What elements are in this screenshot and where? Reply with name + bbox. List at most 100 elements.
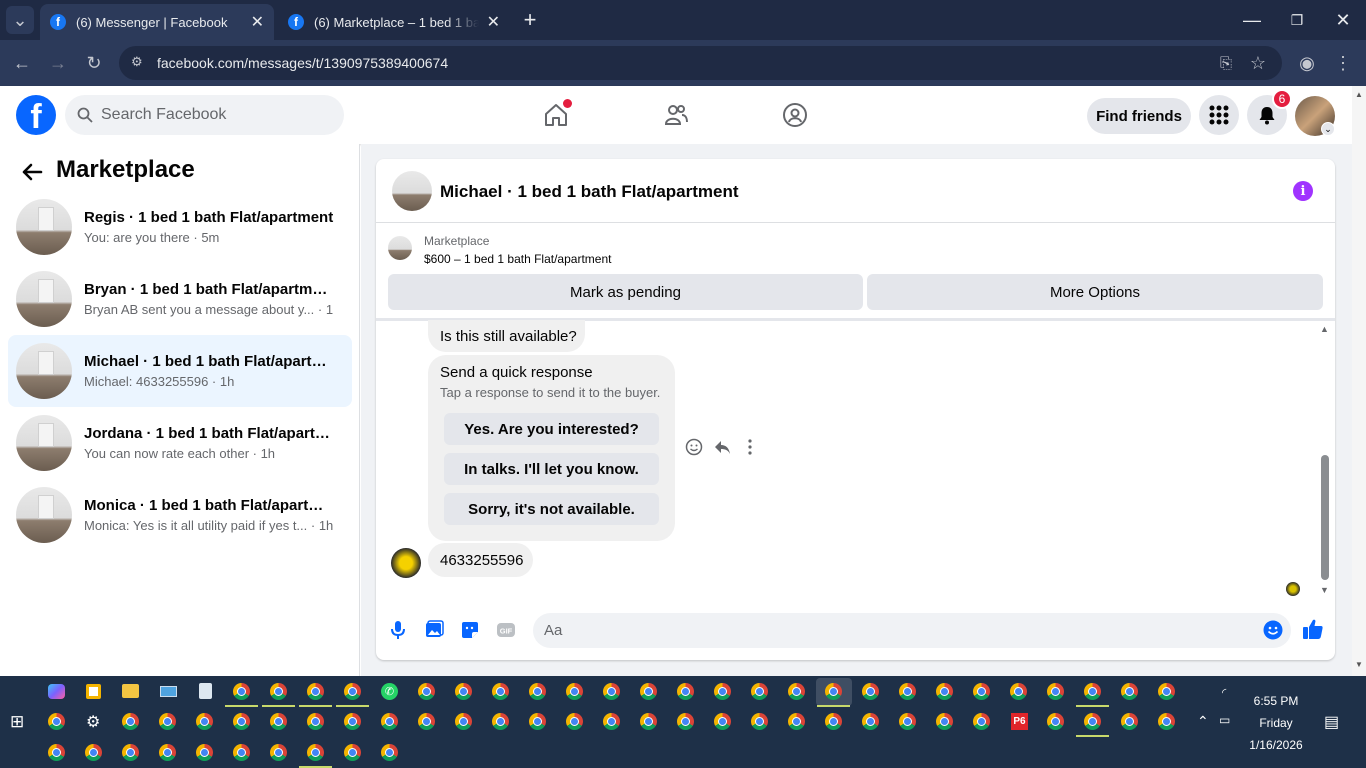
conversation-item-monica[interactable]: Monica · 1 bed 1 bath Flat/apartme... Mon… xyxy=(8,479,352,551)
chrome-taskbar-icon[interactable] xyxy=(603,683,620,700)
chrome-taskbar-icon[interactable] xyxy=(603,713,620,730)
restore-icon[interactable]: ❐ xyxy=(1283,6,1311,34)
tab-marketplace[interactable]: f (6) Marketplace – 1 bed 1 bath Flat/ap… xyxy=(278,4,510,40)
browser-menu-icon[interactable]: ⋮ xyxy=(1329,49,1357,77)
conversation-item-jordana[interactable]: Jordana · 1 bed 1 bath Flat/apartm... You… xyxy=(8,407,352,479)
chrome-taskbar-icon[interactable] xyxy=(344,713,361,730)
wifi-icon[interactable]: ◜ xyxy=(1222,686,1226,699)
chrome-taskbar-icon[interactable] xyxy=(899,683,916,700)
listing-price-title[interactable]: $600 – 1 bed 1 bath Flat/apartment xyxy=(424,252,611,266)
chrome-taskbar-icon[interactable] xyxy=(825,683,842,700)
chrome-taskbar-icon[interactable] xyxy=(862,713,879,730)
gif-icon[interactable]: GIF xyxy=(496,620,516,640)
url-input[interactable]: ⚙ facebook.com/messages/t/13909753894006… xyxy=(119,46,1282,80)
chrome-taskbar-icon[interactable] xyxy=(1158,683,1175,700)
reload-icon[interactable]: ↻ xyxy=(80,49,108,77)
chrome-taskbar-icon[interactable] xyxy=(85,744,102,761)
chrome-taskbar-icon[interactable] xyxy=(270,683,287,700)
chrome-taskbar-icon[interactable] xyxy=(48,713,65,730)
menu-grid-icon[interactable] xyxy=(1199,95,1239,135)
settings-gear-icon[interactable]: ⚙ xyxy=(86,712,100,732)
close-tab-icon[interactable]: ✕ xyxy=(487,12,500,32)
chrome-taskbar-icon[interactable] xyxy=(677,713,694,730)
chrome-taskbar-icon[interactable] xyxy=(788,683,805,700)
chrome-taskbar-icon[interactable] xyxy=(751,713,768,730)
chrome-taskbar-icon[interactable] xyxy=(529,683,546,700)
site-settings-icon[interactable]: ⚙ xyxy=(131,54,143,70)
battery-icon[interactable]: ▭ xyxy=(1219,713,1230,727)
search-input[interactable]: Search Facebook xyxy=(65,95,344,135)
message-bubble-number[interactable]: 4633255596 xyxy=(428,543,533,577)
chrome-taskbar-icon[interactable] xyxy=(455,713,472,730)
mark-as-pending-button[interactable]: Mark as pending xyxy=(388,274,863,310)
facebook-logo[interactable]: f xyxy=(16,95,56,135)
close-window-icon[interactable]: ✕ xyxy=(1329,6,1357,34)
chat-scroll-down-icon[interactable]: ▼ xyxy=(1320,585,1329,595)
chrome-taskbar-icon[interactable] xyxy=(566,683,583,700)
microphone-icon[interactable] xyxy=(389,620,407,640)
conversation-item-bryan[interactable]: Bryan · 1 bed 1 bath Flat/apartment Bryan… xyxy=(8,263,352,335)
chrome-taskbar-icon[interactable] xyxy=(1084,713,1101,730)
scroll-down-arrow-icon[interactable]: ▼ xyxy=(1355,660,1363,669)
close-tab-icon[interactable]: ✕ xyxy=(251,12,264,32)
chrome-taskbar-icon[interactable] xyxy=(936,713,953,730)
chrome-taskbar-icon[interactable] xyxy=(1121,713,1138,730)
quick-response-sorry-button[interactable]: Sorry, it's not available. xyxy=(444,493,659,525)
chrome-taskbar-icon[interactable] xyxy=(492,713,509,730)
chrome-taskbar-icon[interactable] xyxy=(381,713,398,730)
chrome-taskbar-icon[interactable] xyxy=(640,683,657,700)
chrome-taskbar-icon[interactable] xyxy=(899,713,916,730)
chrome-taskbar-icon[interactable] xyxy=(122,713,139,730)
chrome-taskbar-icon[interactable] xyxy=(1010,683,1027,700)
react-emoji-icon[interactable] xyxy=(685,438,703,456)
chrome-taskbar-icon[interactable] xyxy=(677,683,694,700)
chrome-taskbar-icon[interactable] xyxy=(1084,683,1101,700)
message-bubble-available[interactable]: Is this still available? xyxy=(428,320,585,352)
reply-icon[interactable] xyxy=(713,438,731,456)
chrome-taskbar-icon[interactable] xyxy=(1047,713,1064,730)
photo-icon[interactable] xyxy=(424,620,444,640)
scroll-up-arrow-icon[interactable]: ▲ xyxy=(1355,90,1363,99)
chrome-taskbar-icon[interactable] xyxy=(196,744,213,761)
chrome-taskbar-icon[interactable] xyxy=(492,683,509,700)
chrome-taskbar-icon[interactable] xyxy=(936,683,953,700)
chrome-taskbar-icon[interactable] xyxy=(233,713,250,730)
chrome-taskbar-icon[interactable] xyxy=(973,713,990,730)
chrome-taskbar-icon[interactable] xyxy=(714,713,731,730)
info-icon[interactable]: i xyxy=(1293,181,1313,201)
more-options-button[interactable]: More Options xyxy=(867,274,1323,310)
chat-scroll-up-icon[interactable]: ▲ xyxy=(1320,324,1329,334)
notifications-center-icon[interactable]: ▤ xyxy=(1324,712,1339,732)
chrome-taskbar-icon[interactable] xyxy=(714,683,731,700)
chrome-taskbar-icon[interactable] xyxy=(48,744,65,761)
chat-title[interactable]: Michael · 1 bed 1 bath Flat/apartment xyxy=(440,182,739,202)
chrome-taskbar-icon[interactable] xyxy=(270,713,287,730)
chrome-taskbar-icon[interactable] xyxy=(418,713,435,730)
chat-listing-avatar[interactable] xyxy=(392,171,432,211)
chrome-taskbar-icon[interactable] xyxy=(788,713,805,730)
sticker-icon[interactable] xyxy=(460,620,480,640)
chrome-taskbar-icon[interactable] xyxy=(529,713,546,730)
chrome-taskbar-icon[interactable] xyxy=(973,683,990,700)
minimize-icon[interactable]: — xyxy=(1238,6,1266,34)
chrome-taskbar-icon[interactable] xyxy=(1047,683,1064,700)
chrome-taskbar-icon[interactable] xyxy=(640,713,657,730)
chrome-taskbar-icon[interactable] xyxy=(270,744,287,761)
chrome-taskbar-icon[interactable] xyxy=(566,713,583,730)
chrome-taskbar-icon[interactable] xyxy=(455,683,472,700)
friends-icon[interactable] xyxy=(663,102,689,128)
chrome-taskbar-icon[interactable] xyxy=(825,713,842,730)
store-icon[interactable] xyxy=(86,684,101,699)
like-thumb-icon[interactable] xyxy=(1302,618,1324,640)
chrome-taskbar-icon[interactable] xyxy=(418,683,435,700)
emoji-icon[interactable] xyxy=(1263,620,1283,640)
chrome-taskbar-icon[interactable] xyxy=(344,683,361,700)
chrome-taskbar-icon[interactable] xyxy=(1121,683,1138,700)
bookmark-star-icon[interactable]: ☆ xyxy=(1244,49,1272,77)
chrome-taskbar-icon[interactable] xyxy=(233,683,250,700)
find-friends-button[interactable]: Find friends xyxy=(1087,98,1191,134)
account-chevron-down-icon[interactable]: ⌄ xyxy=(1321,122,1335,136)
tab-messenger[interactable]: f (6) Messenger | Facebook ✕ xyxy=(40,4,274,40)
whatsapp-icon[interactable]: ✆ xyxy=(381,683,398,700)
chrome-taskbar-icon[interactable] xyxy=(307,744,324,761)
